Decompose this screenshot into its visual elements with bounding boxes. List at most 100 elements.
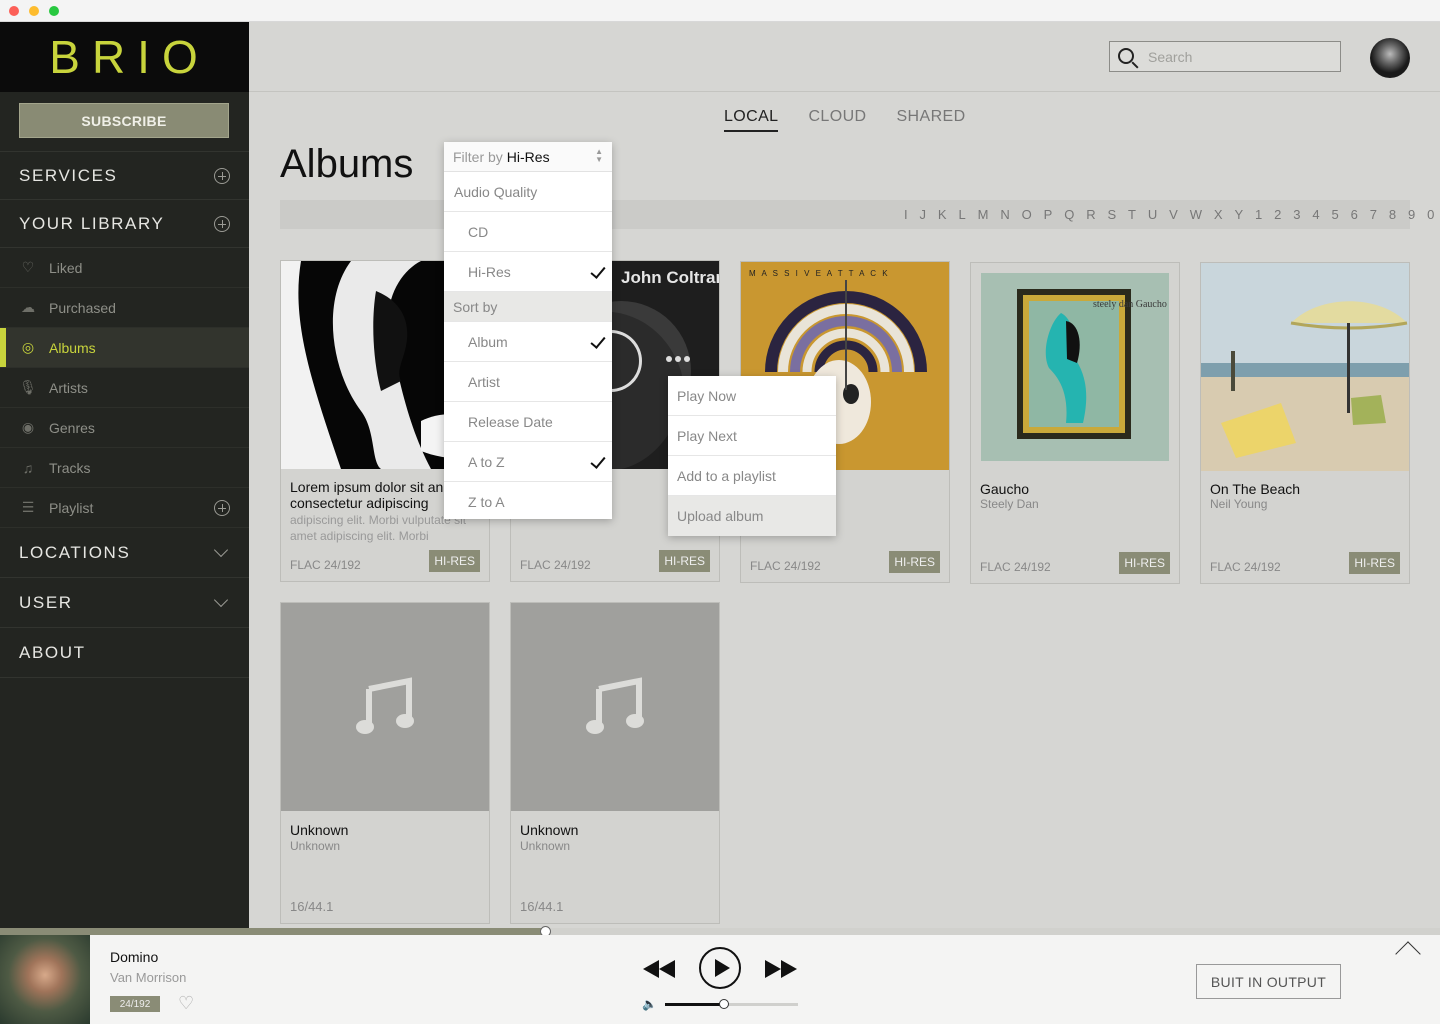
sidebar-item-purchased[interactable]: ☁ Purchased <box>0 288 249 328</box>
alphabet-letter[interactable]: 1 <box>1255 207 1263 222</box>
alphabet-letter[interactable]: Q <box>1064 207 1075 222</box>
menu-item-add-to-playlist[interactable]: Add to a playlist <box>668 456 836 496</box>
minimize-window-button[interactable] <box>29 6 39 16</box>
sidebar-item-albums[interactable]: ◎ Albums <box>0 328 249 368</box>
play-button[interactable] <box>699 947 741 989</box>
album-card[interactable]: Unknown Unknown 16/44.1 <box>280 602 490 924</box>
volume-handle[interactable] <box>718 999 729 1009</box>
alphabet-letter[interactable]: S <box>1107 207 1116 222</box>
alphabet-letter[interactable]: V <box>1169 207 1178 222</box>
menu-item-play-next[interactable]: Play Next <box>668 416 836 456</box>
alphabet-letter[interactable]: U <box>1148 207 1158 222</box>
hi-res-badge: HI-RES <box>889 551 940 573</box>
add-service-icon[interactable] <box>214 167 230 184</box>
filter-by-select[interactable]: Filter by Hi-Res ▲ ▼ <box>444 142 612 172</box>
next-track-button[interactable] <box>765 960 797 978</box>
now-playing-cover[interactable] <box>0 935 90 1024</box>
rewind-icon <box>643 960 659 978</box>
filter-sort-dropdown: Filter by Hi-Res ▲ ▼ Audio Quality CD Hi-… <box>444 142 612 519</box>
music-note-icon: ♫ <box>22 459 34 476</box>
alphabet-letter[interactable]: 3 <box>1293 207 1301 222</box>
tab-local[interactable]: LOCAL <box>724 108 779 132</box>
menu-item-play-now[interactable]: Play Now <box>668 376 836 416</box>
fast-forward-icon <box>781 960 797 978</box>
alphabet-letter[interactable]: Y <box>1234 207 1243 222</box>
alphabet-letter[interactable]: 6 <box>1351 207 1359 222</box>
sidebar-item-liked[interactable]: ♡ Liked <box>0 248 249 288</box>
sidebar-item-playlist[interactable]: ☰ Playlist <box>0 488 249 528</box>
sidebar-item-genres[interactable]: ◉ Genres <box>0 408 249 448</box>
sidebar-section-locations[interactable]: LOCATIONS <box>0 528 249 578</box>
chevron-up-icon[interactable] <box>1395 941 1421 967</box>
alphabet-letter[interactable]: I <box>904 207 908 222</box>
alphabet-letter[interactable]: J <box>920 207 927 222</box>
output-device-button[interactable]: BUIT IN OUTPUT <box>1196 964 1341 999</box>
sort-option-artist[interactable]: Artist <box>444 362 612 402</box>
album-card[interactable]: steely dan Gaucho Gaucho Steely Dan FLAC… <box>970 262 1180 584</box>
album-format: FLAC 24/192 <box>1210 560 1281 574</box>
filter-option-cd[interactable]: CD <box>444 212 612 252</box>
alphabet-letter[interactable]: 4 <box>1312 207 1320 222</box>
alphabet-letter[interactable]: O <box>1022 207 1033 222</box>
select-arrows-icon: ▲ ▼ <box>595 147 603 164</box>
alphabet-letter[interactable]: T <box>1128 207 1136 222</box>
add-library-icon[interactable] <box>214 215 230 232</box>
sidebar-item-label: Artists <box>49 379 88 396</box>
more-options-icon[interactable] <box>666 356 690 362</box>
music-note-icon <box>586 677 644 734</box>
add-playlist-icon[interactable] <box>214 499 230 516</box>
zoom-window-button[interactable] <box>49 6 59 16</box>
alphabet-letter[interactable]: 0 <box>1427 207 1435 222</box>
sidebar-section-user[interactable]: USER <box>0 578 249 628</box>
tab-shared[interactable]: SHARED <box>896 108 965 132</box>
like-heart-icon[interactable]: ♡ <box>178 993 194 1014</box>
chevron-down-icon <box>213 542 229 557</box>
alphabet-letter[interactable]: 5 <box>1332 207 1340 222</box>
previous-track-button[interactable] <box>643 960 675 978</box>
alphabet-letter[interactable]: P <box>1044 207 1053 222</box>
alphabet-letter[interactable]: 8 <box>1389 207 1397 222</box>
option-label: Z to A <box>468 494 505 510</box>
alphabet-letter[interactable]: M <box>978 207 989 222</box>
subscribe-button[interactable]: SUBSCRIBE <box>19 103 229 138</box>
menu-item-upload-album[interactable]: Upload album <box>668 496 836 536</box>
album-card[interactable]: On The Beach Neil Young FLAC 24/192 HI-R… <box>1200 262 1410 584</box>
alphabet-letter[interactable]: K <box>938 207 947 222</box>
alphabet-letter[interactable]: N <box>1000 207 1010 222</box>
search-input[interactable]: Search <box>1109 41 1341 72</box>
quality-badge: 24/192 <box>110 996 160 1012</box>
rewind-icon <box>659 960 675 978</box>
alphabet-letter[interactable]: X <box>1214 207 1223 222</box>
volume-slider[interactable] <box>665 999 798 1009</box>
sidebar-section-your-library[interactable]: YOUR LIBRARY <box>0 200 249 248</box>
filter-option-hi-res[interactable]: Hi-Res <box>444 252 612 292</box>
search-placeholder: Search <box>1148 48 1193 65</box>
sidebar-item-label: Tracks <box>49 459 91 476</box>
alphabet-letter[interactable]: R <box>1086 207 1096 222</box>
player-bar: Domino Van Morrison 24/192 ♡ 🔈 BUIT IN O… <box>0 935 1440 1024</box>
sort-option-release-date[interactable]: Release Date <box>444 402 612 442</box>
sidebar-section-services[interactable]: SERVICES <box>0 152 249 200</box>
sidebar-item-label: Playlist <box>49 499 94 516</box>
alphabet-letter[interactable]: 7 <box>1370 207 1378 222</box>
alphabet-letter[interactable]: L <box>958 207 966 222</box>
sort-option-album[interactable]: Album <box>444 322 612 362</box>
sidebar-item-tracks[interactable]: ♫ Tracks <box>0 448 249 488</box>
avatar[interactable] <box>1370 38 1410 78</box>
alphabet-letter[interactable]: W <box>1190 207 1203 222</box>
sort-option-a-to-z[interactable]: A to Z <box>444 442 612 482</box>
alphabet-letter[interactable]: 9 <box>1408 207 1416 222</box>
alphabet-letter[interactable]: 2 <box>1274 207 1282 222</box>
close-window-button[interactable] <box>9 6 19 16</box>
checkmark-icon <box>590 453 606 469</box>
playback-progress-bar[interactable] <box>0 926 1440 937</box>
sidebar-item-label: Liked <box>49 259 83 276</box>
sidebar-section-about[interactable]: ABOUT <box>0 628 249 678</box>
tab-cloud[interactable]: CLOUD <box>808 108 866 132</box>
album-card[interactable]: Unknown Unknown 16/44.1 <box>510 602 720 924</box>
sidebar-item-artists[interactable]: 🎙 Artists <box>0 368 249 408</box>
sort-option-z-to-a[interactable]: Z to A <box>444 482 612 522</box>
disc-icon: ◎ <box>21 339 35 355</box>
sidebar-item-label: Genres <box>49 419 95 436</box>
filter-by-label: Filter by <box>453 148 503 165</box>
